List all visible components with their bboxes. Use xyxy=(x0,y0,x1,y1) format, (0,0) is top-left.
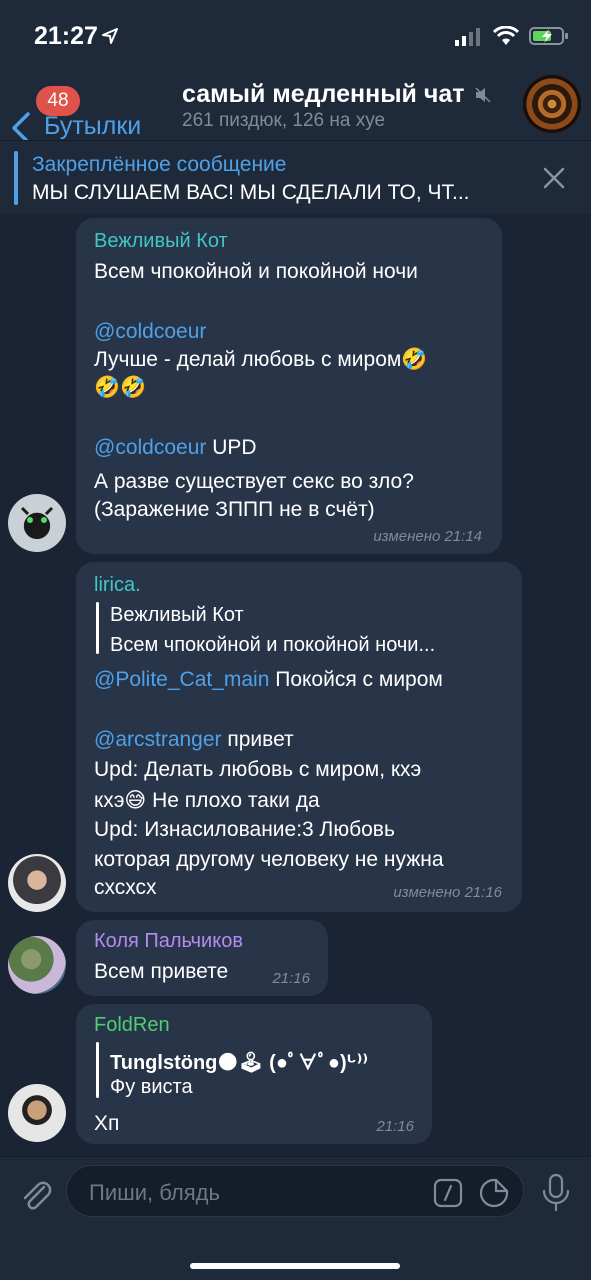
message-line: схсхсх xyxy=(94,876,157,899)
pinned-text: МЫ СЛУШАЕМ ВАС! МЫ СДЕЛАЛИ ТО, ЧТ... xyxy=(32,181,470,204)
message-line: @arcstranger привет xyxy=(94,728,294,751)
message-bubble[interactable]: FoldRen Tunglstöng🌑🕹 (●ﾟ∀ﾟ●)ᒡ⁾⁾ Фу виста… xyxy=(76,1004,432,1144)
sender-name[interactable]: Вежливый Кот xyxy=(94,230,228,253)
input-placeholder: Пиши, блядь xyxy=(89,1180,220,1205)
pinned-title: Закреплённое сообщение xyxy=(32,153,287,176)
status-bar: 21:27 xyxy=(0,0,591,70)
wifi-icon xyxy=(493,26,519,45)
reply-indicator xyxy=(96,1042,99,1098)
message-line: 🤣🤣 xyxy=(94,376,147,399)
sender-name[interactable]: Коля Пальчиков xyxy=(94,930,243,953)
message-line: А разве существует секс во зло? xyxy=(94,470,414,493)
reply-sender: Вежливый Кот xyxy=(110,604,244,626)
unread-badge: 48 xyxy=(36,86,80,116)
message-bubble[interactable]: lirica. Вежливый Кот Всем чпокойной и по… xyxy=(76,562,522,912)
paperclip-icon[interactable] xyxy=(18,1177,54,1213)
avatar[interactable] xyxy=(8,494,66,552)
status-icons xyxy=(455,24,569,48)
message-line: кхэ😅 Не плохо таки да xyxy=(94,789,320,812)
chat-header: Бутылки 48 самый медленный чат 261 пиздю… xyxy=(0,70,591,144)
cellular-signal-icon xyxy=(455,28,480,46)
message-line: Хп xyxy=(94,1112,120,1135)
message-line: Всем чпокойной и покойной ночи xyxy=(94,260,418,283)
message-line: Upd: Изнасилование:3 Любовь xyxy=(94,818,395,841)
message-meta: 21:16 xyxy=(376,1118,414,1135)
mention-link[interactable]: @coldcoeur xyxy=(94,436,206,459)
pinned-message[interactable]: Закреплённое сообщение МЫ СЛУШАЕМ ВАС! М… xyxy=(0,140,591,214)
reply-text: Фу виста xyxy=(110,1076,193,1098)
message-line: @Polite_Cat_main Покойся с миром xyxy=(94,668,443,691)
message-line: @coldcoeur UPD xyxy=(94,436,257,459)
message-line: Всем привете xyxy=(94,960,229,983)
message-line: (Заражение ЗППП не в счёт) xyxy=(94,498,375,521)
chat-subtitle: 261 пиздюк, 126 на хуе xyxy=(182,110,386,131)
avatar[interactable] xyxy=(8,854,66,912)
avatar[interactable] xyxy=(8,1084,66,1142)
back-button[interactable]: Бутылки 48 xyxy=(10,86,160,144)
message-meta: изменено 21:14 xyxy=(373,528,482,545)
reply-indicator xyxy=(96,602,99,654)
reply-text: Всем чпокойной и покойной ночи... xyxy=(110,634,436,656)
message-meta: 21:16 xyxy=(272,970,310,987)
chat-avatar[interactable] xyxy=(523,75,581,133)
home-indicator xyxy=(190,1263,400,1269)
message-bubble[interactable]: Коля Пальчиков Всем привете 21:16 xyxy=(76,920,328,996)
back-label: Бутылки xyxy=(44,112,142,140)
battery-charging-icon xyxy=(529,27,568,45)
muted-icon xyxy=(475,87,491,103)
message-bubble[interactable]: Вежливый Кот Всем чпокойной и покойной н… xyxy=(76,218,502,554)
message-list[interactable]: Вежливый Кот Всем чпокойной и покойной н… xyxy=(0,214,591,1154)
microphone-icon[interactable] xyxy=(540,1173,572,1213)
mention-link[interactable]: @arcstranger xyxy=(94,728,222,751)
cat-avatar-icon xyxy=(20,506,54,523)
location-arrow-icon xyxy=(102,28,118,44)
sender-name[interactable]: lirica. xyxy=(94,574,141,597)
message-input[interactable]: Пиши, блядь xyxy=(66,1165,524,1217)
chat-title[interactable]: самый медленный чат xyxy=(182,80,465,109)
status-time: 21:27 xyxy=(34,22,98,50)
message-line: которая другому человеку не нужна xyxy=(94,848,444,871)
pinned-indicator xyxy=(14,151,18,205)
message-line: Upd: Делать любовь с миром, кхэ xyxy=(94,758,422,781)
message-meta: изменено 21:16 xyxy=(393,884,502,901)
mention-link[interactable]: @coldcoeur xyxy=(94,320,206,344)
message-composer: Пиши, блядь xyxy=(0,1156,591,1280)
sticker-icon[interactable] xyxy=(479,1178,509,1208)
reply-sender: Tunglstöng🌑🕹 (●ﾟ∀ﾟ●)ᒡ⁾⁾ xyxy=(110,1052,369,1074)
mention-link[interactable]: @Polite_Cat_main xyxy=(94,668,269,691)
avatar[interactable] xyxy=(8,936,66,994)
message-line: Лучше - делай любовь с миром🤣 xyxy=(94,348,428,371)
bot-commands-icon[interactable] xyxy=(433,1178,463,1208)
sender-name[interactable]: FoldRen xyxy=(94,1014,170,1037)
close-icon[interactable] xyxy=(543,167,565,189)
